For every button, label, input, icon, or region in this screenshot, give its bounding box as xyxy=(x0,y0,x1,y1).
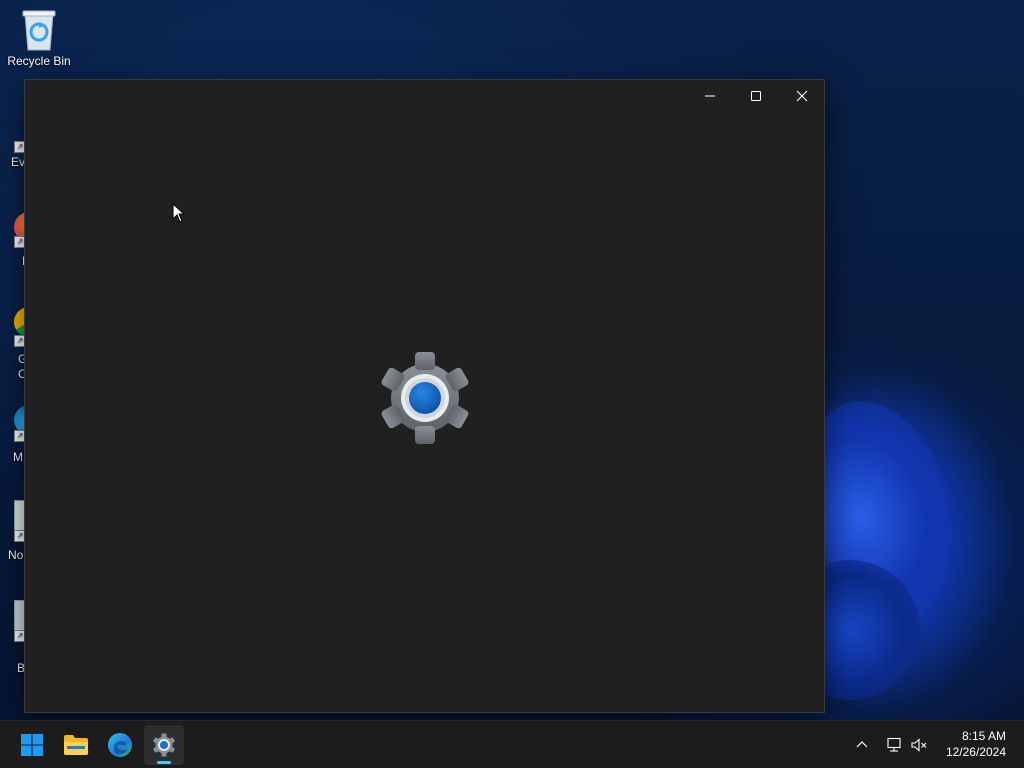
mouse-cursor-icon xyxy=(172,202,186,228)
recycle-bin-icon xyxy=(19,8,59,52)
taskbar: 8:15 AM 12/26/2024 xyxy=(0,720,1024,768)
system-clock[interactable]: 8:15 AM 12/26/2024 xyxy=(946,728,1006,760)
settings-window[interactable] xyxy=(24,79,825,713)
network-button[interactable] xyxy=(882,733,906,757)
edge-icon xyxy=(108,733,132,757)
volume-button[interactable] xyxy=(907,733,931,757)
minimize-icon xyxy=(705,95,715,97)
close-button[interactable] xyxy=(779,80,825,112)
desktop-icon-label: No xyxy=(8,548,24,562)
clock-date: 12/26/2024 xyxy=(945,745,1006,759)
active-app-indicator xyxy=(157,761,171,764)
gear-icon xyxy=(153,733,175,757)
folder-icon xyxy=(64,735,88,755)
gear-icon xyxy=(377,350,473,446)
desktop-icon-label: M xyxy=(13,450,23,464)
settings-taskbar-button[interactable] xyxy=(144,725,184,765)
chevron-up-icon xyxy=(856,741,868,748)
close-icon xyxy=(796,90,808,102)
edge-button[interactable] xyxy=(100,725,140,765)
maximize-button[interactable] xyxy=(733,80,779,112)
minimize-button[interactable] xyxy=(687,80,733,112)
network-icon xyxy=(887,737,901,752)
show-hidden-icons-button[interactable] xyxy=(850,733,874,757)
clock-time: 8:15 AM xyxy=(961,729,1006,743)
desktop-icon-recycle-bin[interactable]: Recycle Bin xyxy=(4,8,74,68)
desktop-icon-label: Recycle Bin xyxy=(7,54,71,68)
speaker-muted-icon xyxy=(911,738,927,752)
start-button[interactable] xyxy=(12,725,52,765)
file-explorer-button[interactable] xyxy=(56,725,96,765)
windows-logo-icon xyxy=(21,734,43,756)
maximize-icon xyxy=(751,91,761,101)
